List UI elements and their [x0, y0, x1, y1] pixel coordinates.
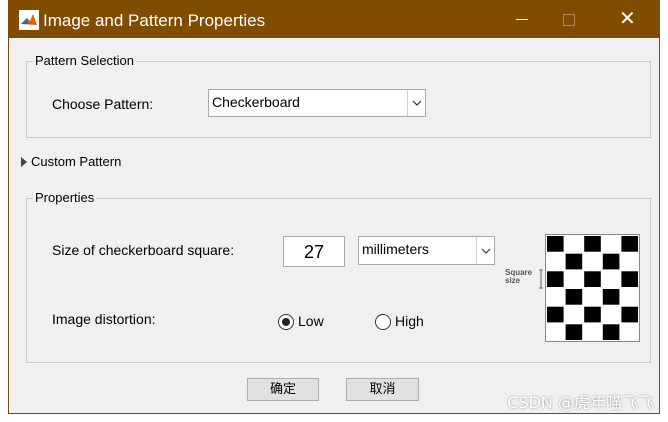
- checkerboard-square: [547, 306, 564, 323]
- ok-button[interactable]: 确定: [247, 378, 319, 401]
- properties-legend: Properties: [33, 190, 97, 205]
- square-size-annotation: Square size: [505, 269, 532, 285]
- checkerboard-image: [547, 236, 638, 340]
- pattern-dropdown[interactable]: Checkerboard: [208, 89, 426, 117]
- maximize-button[interactable]: [546, 1, 592, 38]
- checkerboard-square: [621, 236, 638, 252]
- radio-selected-dot: [282, 318, 290, 326]
- maximize-icon: [563, 14, 575, 26]
- checkerboard-square: [565, 253, 583, 270]
- minimize-icon: [516, 19, 528, 20]
- checkerboard-square: [584, 271, 601, 287]
- close-icon: ✕: [619, 8, 636, 30]
- square-size-label: Size of checkerboard square:: [52, 242, 235, 258]
- checkerboard-square: [547, 271, 564, 287]
- distortion-low-radio[interactable]: [278, 314, 294, 330]
- cancel-button[interactable]: 取消: [346, 378, 419, 401]
- unit-dropdown[interactable]: millimeters: [358, 236, 495, 265]
- choose-pattern-label: Choose Pattern:: [52, 96, 154, 112]
- image-distortion-label: Image distortion:: [52, 311, 156, 327]
- checkerboard-preview: [545, 234, 640, 342]
- checkerboard-square: [602, 289, 620, 305]
- square-size-input[interactable]: 27: [283, 236, 345, 267]
- distortion-low-label[interactable]: Low: [298, 313, 324, 329]
- checkerboard-square: [584, 236, 601, 252]
- matlab-logo-icon: [19, 10, 39, 30]
- window-title: Image and Pattern Properties: [43, 11, 266, 30]
- pattern-dropdown-value: Checkerboard: [212, 94, 300, 110]
- watermark: CSDN @虎年喵飞飞: [507, 393, 654, 412]
- close-button[interactable]: ✕: [605, 1, 651, 38]
- checkerboard-square: [602, 253, 620, 270]
- distortion-high-radio[interactable]: [375, 314, 391, 330]
- checkerboard-square: [565, 324, 583, 340]
- square-size-annotation-line2: size: [505, 276, 521, 285]
- checkerboard-square: [584, 306, 601, 323]
- chevron-down-icon[interactable]: [407, 90, 425, 116]
- checkerboard-square: [621, 306, 638, 323]
- custom-pattern-label: Custom Pattern: [31, 154, 122, 169]
- minimize-button[interactable]: [500, 1, 546, 38]
- unit-dropdown-value: millimeters: [362, 241, 429, 257]
- checkerboard-square: [565, 289, 583, 305]
- square-size-bracket-icon: [539, 269, 543, 289]
- title-bar[interactable]: Image and Pattern Properties ✕: [9, 1, 659, 38]
- dialog-window: Image and Pattern Properties ✕ Pattern S…: [8, 0, 660, 414]
- distortion-high-label[interactable]: High: [395, 313, 424, 329]
- triangle-right-icon: [21, 157, 27, 167]
- pattern-selection-legend: Pattern Selection: [33, 53, 137, 68]
- checkerboard-square: [621, 271, 638, 287]
- chevron-down-icon[interactable]: [476, 237, 494, 264]
- checkerboard-square: [547, 236, 564, 252]
- checkerboard-square: [602, 324, 620, 340]
